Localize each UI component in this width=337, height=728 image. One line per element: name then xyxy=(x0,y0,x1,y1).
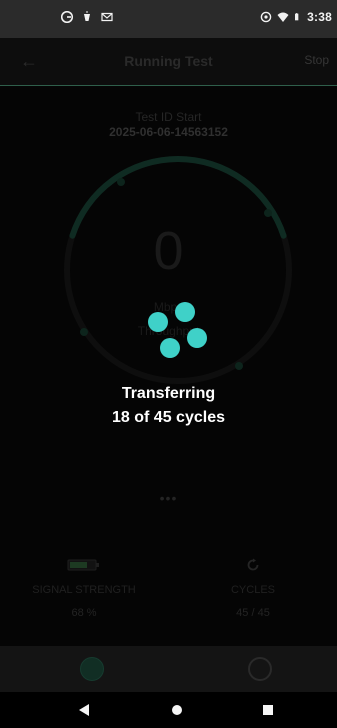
metric-label: CYCLES xyxy=(230,584,276,596)
clock-time: 3:38 xyxy=(307,10,332,24)
gauge-marker xyxy=(264,209,272,217)
gmail-icon xyxy=(101,12,113,22)
metric-cycles: CYCLES 45 / 45 xyxy=(169,558,337,619)
google-icon xyxy=(61,11,73,23)
gauge-marker xyxy=(235,362,243,370)
battery-icon xyxy=(67,559,99,571)
app-header: ← Running Test Stop xyxy=(0,38,337,86)
battery-icon xyxy=(295,13,299,21)
app-screen: 3:38 ← Running Test Stop Test ID Start 2… xyxy=(0,0,337,728)
nav-home-icon[interactable] xyxy=(172,705,182,715)
test-content: Test ID Start 2025-06-06-14563152 0 Mbps… xyxy=(0,86,337,646)
status-left-icons xyxy=(61,11,113,23)
gauge-unit: Mbps xyxy=(153,300,184,314)
metric-value: 68 % xyxy=(71,607,97,619)
metric-label: SIGNAL STRENGTH xyxy=(32,584,136,596)
sync-icon xyxy=(260,11,272,23)
system-nav-bar xyxy=(0,692,337,728)
refresh-icon xyxy=(247,558,259,571)
wifi-icon xyxy=(277,12,289,22)
silent-icon xyxy=(84,11,90,21)
chat-icon[interactable] xyxy=(248,657,272,681)
nav-recents-icon[interactable] xyxy=(263,705,273,715)
page-dots: ••• xyxy=(159,490,178,506)
home-icon[interactable] xyxy=(80,657,104,681)
gauge-caption: Throughput xyxy=(137,324,200,338)
status-bar: 3:38 xyxy=(0,0,337,38)
metric-value: 45 / 45 xyxy=(236,607,270,619)
stop-button[interactable]: Stop xyxy=(304,53,329,67)
bottom-tab-bar xyxy=(0,646,337,692)
nav-back-icon[interactable] xyxy=(79,704,89,716)
gauge-marker xyxy=(117,178,125,186)
gauge-value: 0 xyxy=(153,221,184,281)
status-right-icons: 3:38 xyxy=(260,10,332,24)
metric-signal: SIGNAL STRENGTH 68 % xyxy=(0,558,168,619)
page-title: Running Test xyxy=(124,53,213,69)
